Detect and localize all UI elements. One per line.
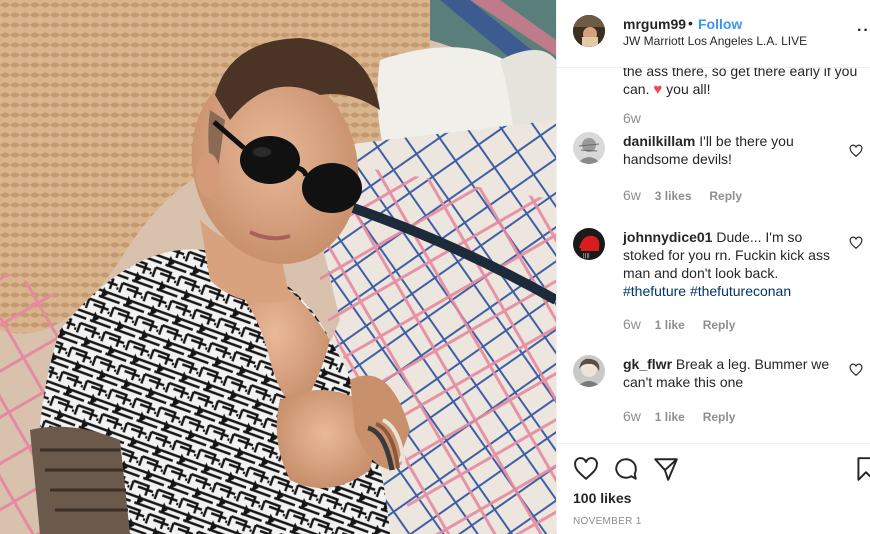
author-username[interactable]: mrgum99: [623, 16, 686, 32]
paper-plane-icon[interactable]: [653, 456, 679, 482]
comment-username[interactable]: danilkillam: [623, 133, 695, 149]
post-photo-illustration: [0, 0, 556, 534]
comment-text: danilkillam I'll be there you handsome d…: [623, 132, 843, 168]
reply-button[interactable]: Reply: [709, 189, 742, 203]
reply-button[interactable]: Reply: [703, 318, 736, 332]
commenter-avatar-image: ||||: [573, 228, 605, 260]
commenter-avatar-image: [573, 132, 605, 164]
comment-timestamp[interactable]: 6w: [623, 187, 641, 203]
comment-meta: 6w 1 like Reply: [623, 408, 735, 424]
heart-outline-icon[interactable]: [573, 456, 599, 482]
comments-list[interactable]: the ass there, so get there early if you…: [557, 68, 870, 443]
follow-button[interactable]: Follow: [698, 16, 742, 32]
comment-timestamp[interactable]: 6w: [623, 408, 641, 424]
reply-button[interactable]: Reply: [703, 410, 736, 424]
more-options-icon[interactable]: ··: [857, 22, 870, 40]
comment-timestamp[interactable]: 6w: [623, 316, 641, 332]
commenter-avatar[interactable]: [573, 355, 605, 387]
post-actions-bar: 100 likes NOVEMBER 1: [557, 443, 870, 534]
comment-meta: 6w 1 like Reply: [623, 316, 735, 332]
caption-line-end-a: can.: [623, 81, 650, 97]
post-likes-count[interactable]: 100 likes: [573, 490, 631, 506]
caption-line-end-b: you all!: [666, 81, 711, 97]
caption-line-partial: the ass there, so get there early if you: [623, 68, 858, 79]
post-photo[interactable]: [0, 0, 556, 534]
comment-text: johnnydice01 Dude... I'm so stoked for y…: [623, 228, 843, 300]
comment-like-heart-icon[interactable]: [849, 144, 863, 158]
comment-meta: 6w 3 likes Reply: [623, 187, 742, 203]
post-date[interactable]: NOVEMBER 1: [573, 516, 642, 527]
commenter-avatar[interactable]: ||||: [573, 228, 605, 260]
post-side-panel: mrgum99 • Follow JW Marriott Los Angeles…: [556, 0, 870, 534]
post-header: mrgum99 • Follow JW Marriott Los Angeles…: [557, 0, 870, 68]
author-avatar[interactable]: [573, 15, 605, 47]
commenter-avatar-image: [573, 355, 605, 387]
caption-text: the ass there, so get there early if you…: [623, 68, 859, 99]
instagram-post-view: mrgum99 • Follow JW Marriott Los Angeles…: [0, 0, 870, 534]
comment-likes-count[interactable]: 1 like: [655, 318, 685, 332]
comment-username[interactable]: johnnydice01: [623, 229, 712, 245]
comment-text: gk_flwr Break a leg. Bummer we can't mak…: [623, 355, 843, 391]
speech-bubble-icon[interactable]: [613, 456, 639, 482]
header-separator: •: [688, 15, 693, 31]
comment-like-heart-icon[interactable]: [849, 236, 863, 250]
comment-username[interactable]: gk_flwr: [623, 356, 672, 372]
author-avatar-image: [573, 15, 605, 47]
comment-likes-count[interactable]: 3 likes: [655, 189, 692, 203]
comment-like-heart-icon[interactable]: [849, 363, 863, 377]
location-link[interactable]: JW Marriott Los Angeles L.A. LIVE: [623, 34, 807, 48]
comment-likes-count[interactable]: 1 like: [655, 410, 685, 424]
svg-text:||||: ||||: [583, 253, 590, 259]
commenter-avatar[interactable]: [573, 132, 605, 164]
red-heart-emoji-icon: ♥: [653, 81, 663, 98]
bookmark-icon[interactable]: [853, 456, 870, 482]
caption-timestamp[interactable]: 6w: [623, 110, 641, 126]
comment-hashtags[interactable]: #thefuture #thefutureconan: [623, 283, 791, 299]
